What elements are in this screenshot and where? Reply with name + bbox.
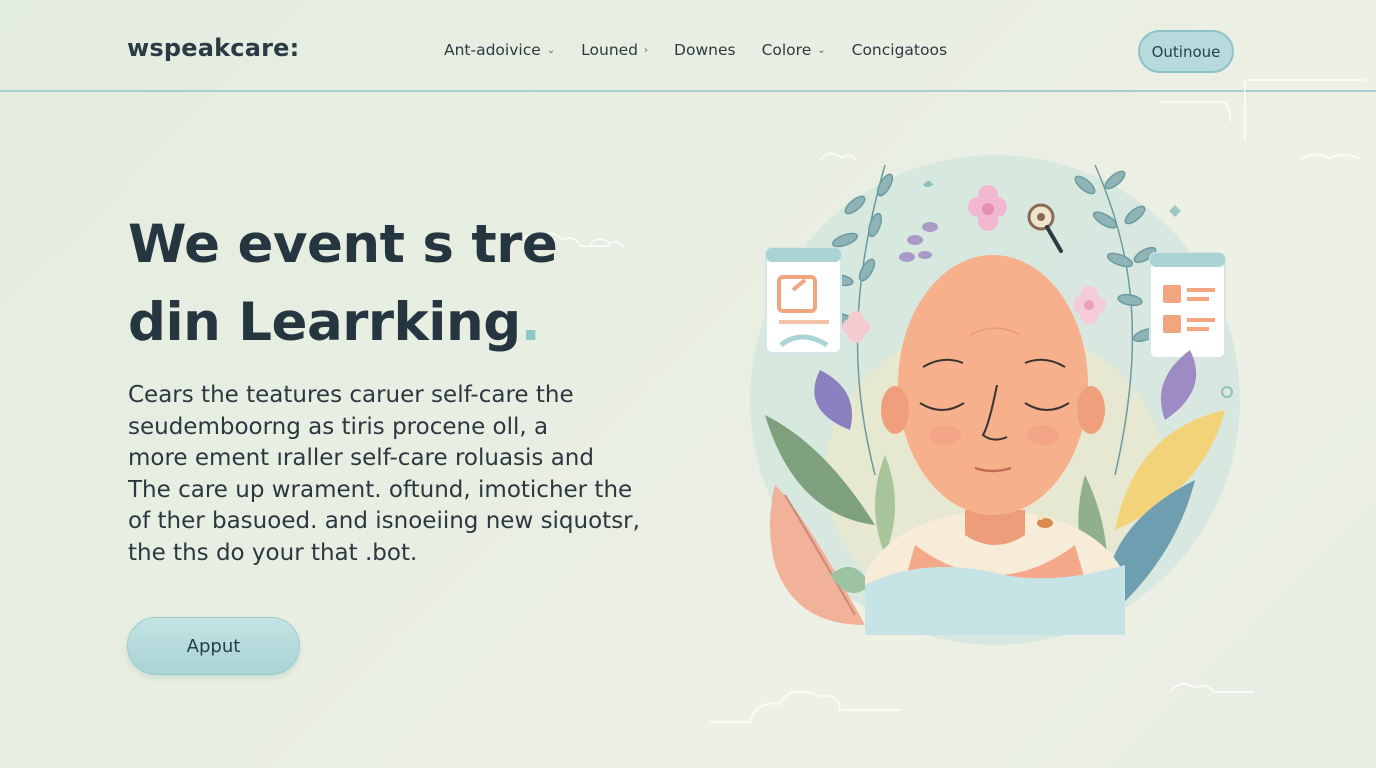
right-card-icon [1149, 252, 1226, 359]
nav-item-ant-adoivice[interactable]: Ant-adoivice ⌄ [444, 41, 555, 59]
hero-title-line2: din Learrking [128, 292, 521, 353]
self-care-illustration [750, 155, 1240, 645]
chevron-down-icon: ⌄ [546, 44, 556, 56]
hero-description-line: The care up wrament. oftund, imoticher t… [128, 476, 633, 503]
nav-item-label: Downes [674, 41, 736, 59]
hero-description-line: more ement ıraller self-care roluasis an… [128, 445, 594, 471]
site-header: wspeakcare: Ant-adoivice ⌄ Louned › Down… [0, 0, 1376, 92]
header-cta-button[interactable]: Outinoue [1138, 30, 1234, 73]
hero-title-dot: . [520, 292, 541, 353]
nav-item-label: Colore [761, 41, 812, 59]
nav-item-label: Concigatoos [851, 41, 948, 59]
nav-item-louned[interactable]: Louned › [581, 41, 648, 59]
hero-description: Cears the teatures caruer self-care the … [128, 380, 688, 569]
nav-item-label: Louned [581, 41, 639, 59]
hero-description-line: Cears the teatures caruer self-care the [128, 382, 574, 408]
sparkle-icon [1169, 205, 1181, 217]
hero-title-line1: We event s tre [128, 214, 558, 275]
hero-description-line: of ther basuoed. and isnoeiing new siquo… [128, 508, 640, 534]
hero-title: We event s tre din Learrking. [128, 206, 648, 362]
nav-item-downes[interactable]: Downes [674, 41, 736, 59]
hero-description-line: the ths do your that .bot. [128, 539, 418, 566]
nav-item-label: Ant-adoivice [444, 41, 541, 59]
chevron-right-icon: › [644, 44, 649, 56]
nav-item-concigatoos[interactable]: Concigatoos [852, 41, 947, 59]
site-logo[interactable]: wspeakcare: [127, 34, 299, 62]
main-nav: Ant-adoivice ⌄ Louned › Downes Colore ⌄ … [444, 41, 973, 59]
left-card-icon [765, 247, 842, 354]
hero-cta-button[interactable]: Apput [127, 617, 300, 675]
chevron-down-icon: ⌄ [817, 44, 826, 56]
nav-item-colore[interactable]: Colore ⌄ [762, 41, 826, 59]
hero-description-line: seudemboorng as tiris procene oll, a [128, 413, 549, 440]
